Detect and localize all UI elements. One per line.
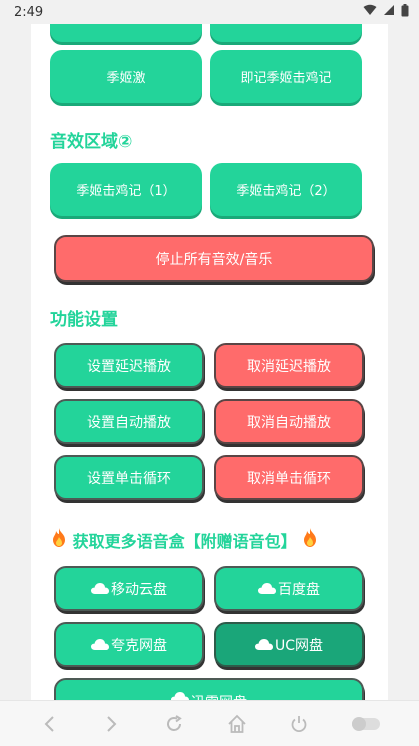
cancel-auto-button[interactable]: 取消自动播放 xyxy=(214,399,364,444)
stop-all-button[interactable]: 停止所有音效/音乐 xyxy=(54,235,374,282)
cloud-icon xyxy=(91,639,109,650)
home-icon[interactable] xyxy=(225,712,249,736)
fire-icon xyxy=(302,528,318,551)
sound-button-2[interactable]: 季姬击鸡记（2） xyxy=(210,163,362,216)
set-auto-button[interactable]: 设置自动播放 xyxy=(54,399,204,444)
baidu-cloud-button[interactable]: 百度盘 xyxy=(214,566,364,611)
section-title-sfx2: 音效区域② xyxy=(50,132,133,152)
cloud-icon xyxy=(171,692,189,700)
wifi-icon xyxy=(363,4,377,20)
cancel-delay-button[interactable]: 取消延迟播放 xyxy=(214,343,364,388)
forward-icon[interactable] xyxy=(100,712,124,736)
power-icon[interactable] xyxy=(287,712,311,736)
quark-cloud-label: 夸克网盘 xyxy=(111,637,167,654)
sound-button-jijijiji[interactable]: 即记季姬击鸡记 xyxy=(210,50,362,103)
section-more-title-text: 获取更多语音盒【附赠语音包】 xyxy=(72,532,297,551)
sound-button-1[interactable]: 季姬击鸡记（1） xyxy=(50,163,202,216)
section-title-settings: 功能设置 xyxy=(50,310,118,330)
content-card: 季姬激 即记季姬击鸡记 音效区域② 季姬击鸡记（1） 季姬击鸡记（2） 停止所有… xyxy=(31,0,388,700)
cancel-loop-button[interactable]: 取消单击循环 xyxy=(214,455,364,500)
xunlei-cloud-button[interactable]: 迅雷网盘 xyxy=(54,678,364,700)
section-title-more: 获取更多语音盒【附赠语音包】 xyxy=(51,528,318,552)
cloud-icon xyxy=(258,583,276,594)
xunlei-cloud-label: 迅雷网盘 xyxy=(191,692,247,700)
signal-icon xyxy=(383,4,395,20)
mobile-cloud-label: 移动云盘 xyxy=(111,581,167,598)
status-icons xyxy=(363,3,409,21)
mobile-cloud-button[interactable]: 移动云盘 xyxy=(54,566,204,611)
quark-cloud-button[interactable]: 夸克网盘 xyxy=(54,622,204,667)
uc-cloud-button[interactable]: UC网盘 xyxy=(214,622,364,667)
toggle-switch-icon[interactable] xyxy=(350,712,382,736)
status-bar: 2:49 xyxy=(0,0,419,24)
cloud-icon xyxy=(91,583,109,594)
back-icon[interactable] xyxy=(37,712,61,736)
sound-button-jijiji[interactable]: 季姬激 xyxy=(50,50,202,103)
battery-icon xyxy=(401,3,409,21)
cloud-icon xyxy=(254,639,273,650)
baidu-cloud-label: 百度盘 xyxy=(278,581,320,598)
browser-nav-bar xyxy=(0,700,419,746)
uc-cloud-label: UC网盘 xyxy=(274,637,324,654)
refresh-icon[interactable] xyxy=(162,712,186,736)
fire-icon xyxy=(51,528,67,551)
set-loop-button[interactable]: 设置单击循环 xyxy=(54,455,204,500)
set-delay-button[interactable]: 设置延迟播放 xyxy=(54,343,204,388)
status-time: 2:49 xyxy=(14,4,44,20)
